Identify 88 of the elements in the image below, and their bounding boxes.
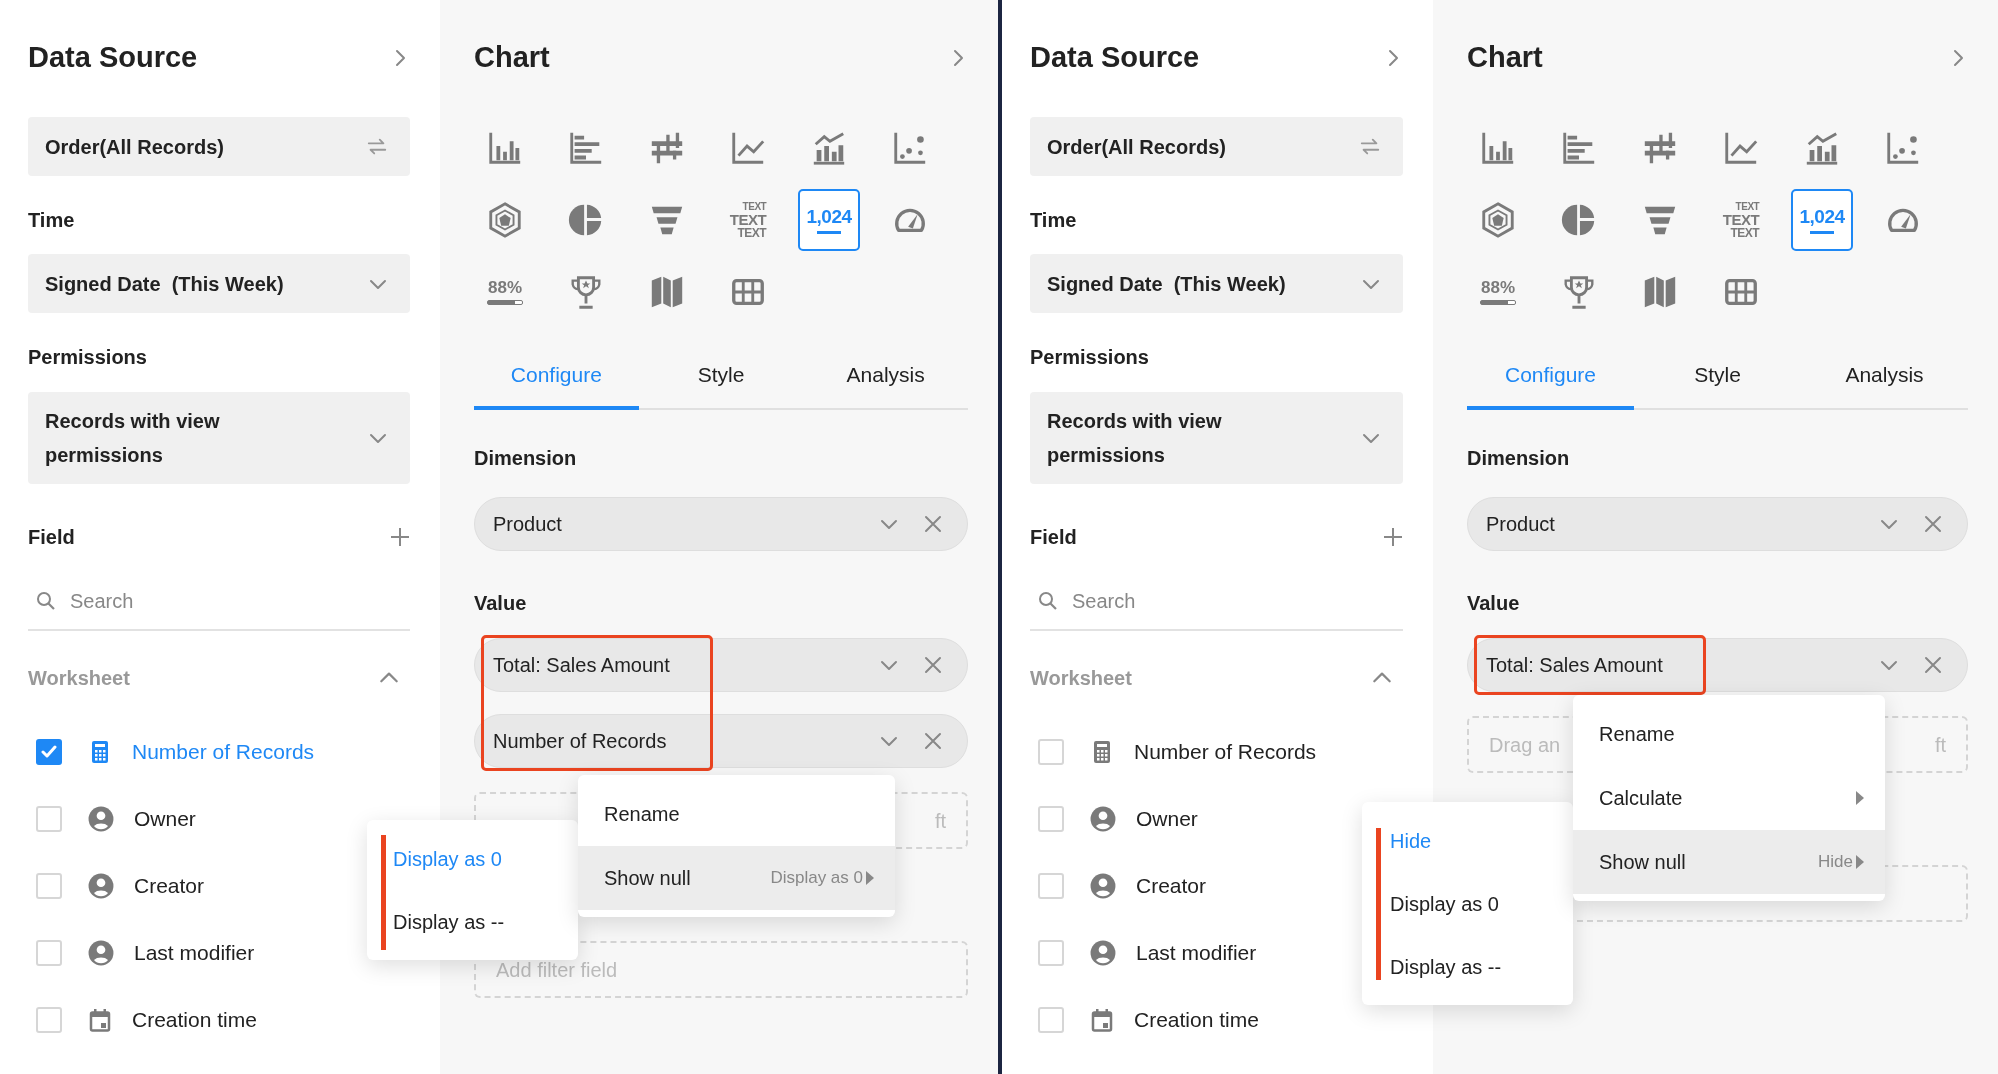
close-icon[interactable] (923, 514, 943, 534)
field-name[interactable]: Number of Records (1134, 735, 1317, 768)
close-icon[interactable] (923, 655, 943, 675)
radar-chart-icon[interactable] (486, 201, 524, 239)
menu-item[interactable]: Show null Hide (1573, 830, 1885, 894)
section-label: Permissions (1030, 345, 1150, 370)
source-select[interactable]: Order(All Records) (28, 117, 410, 176)
progress-chart-button[interactable]: 88% (1467, 261, 1529, 323)
section-label: Time (1030, 208, 1078, 233)
panel-title: Chart (474, 40, 550, 76)
field-pill[interactable]: Number of Records (474, 714, 968, 768)
group-header: Worksheet (28, 666, 130, 691)
field-name[interactable]: Owner (1136, 802, 1198, 835)
panel-title: Chart (1467, 40, 1543, 76)
field-name[interactable]: Last modifier (1136, 936, 1257, 969)
plus-icon[interactable] (1383, 527, 1403, 547)
person-icon (88, 939, 114, 966)
menu-item[interactable]: Display as 0 (1362, 872, 1573, 935)
tab[interactable]: Analysis (803, 341, 968, 410)
menu-item[interactable]: Rename (1573, 702, 1885, 766)
section-label: Dimension (474, 446, 578, 471)
field-pill[interactable]: Product (1467, 497, 1968, 551)
hint-text: Add filter field (496, 957, 618, 983)
hint-text: ft (934, 808, 946, 834)
radar-chart-icon[interactable] (1479, 201, 1517, 239)
time-select[interactable]: Signed Date (This Week) (1030, 254, 1403, 313)
search-field[interactable]: Search (1070, 584, 1320, 617)
word-cloud-button[interactable]: TEXT TEXT TEXT (1710, 189, 1772, 251)
menu-item[interactable]: Calculate (1573, 766, 1885, 830)
menu-item[interactable]: Hide (1362, 809, 1573, 872)
hint-text: Drag an (1489, 732, 1561, 758)
caret-right-icon (1855, 790, 1865, 806)
close-icon[interactable] (1923, 514, 1943, 534)
panel-title: Data Source (28, 40, 198, 76)
word-cloud-button[interactable]: TEXT TEXT TEXT (717, 189, 779, 251)
close-icon[interactable] (1923, 655, 1943, 675)
caret-right-icon (1855, 854, 1865, 870)
menu-item[interactable]: Show null Display as 0 (578, 846, 895, 910)
person-icon (88, 805, 114, 832)
field-pill[interactable]: Product (474, 497, 968, 551)
field-name[interactable]: Owner (134, 802, 196, 835)
close-icon[interactable] (923, 731, 943, 751)
field-name[interactable]: Creation time (1134, 1003, 1259, 1036)
section-label: Field (28, 525, 75, 550)
checkbox[interactable] (36, 738, 62, 765)
field-pill[interactable]: Total: Sales Amount (1467, 638, 1968, 692)
menu-item-value: Hide (1818, 851, 1853, 874)
section-label: Field (1030, 525, 1077, 550)
number-card-button[interactable]: 1,024 (798, 189, 860, 251)
permissions-select[interactable]: Records with view permissions (28, 392, 410, 484)
plus-icon[interactable] (390, 527, 410, 547)
progress-chart-button[interactable]: 88% (474, 261, 536, 323)
source-select[interactable]: Order(All Records) (1030, 117, 1403, 176)
field-name[interactable]: Creator (1136, 869, 1207, 902)
panel-title: Data Source (1030, 40, 1200, 76)
menu-item[interactable]: Display as 0 (367, 827, 578, 890)
menu-item-value: Display as 0 (770, 867, 863, 890)
calendar-icon (1090, 1006, 1114, 1033)
tab[interactable]: Analysis (1801, 341, 1968, 410)
field-name[interactable]: Last modifier (134, 936, 255, 969)
search-icon (36, 590, 56, 611)
section-label: Dimension (1467, 446, 1571, 471)
group-header: Worksheet (1030, 666, 1132, 691)
search-field[interactable]: Search (68, 584, 318, 617)
field-name[interactable]: Creator (134, 869, 205, 902)
person-icon (1090, 939, 1116, 966)
section-label: Value (474, 591, 528, 616)
time-select[interactable]: Signed Date (This Week) (28, 254, 410, 313)
menu-item[interactable]: Display as -- (1362, 935, 1573, 998)
permissions-select[interactable]: Records with view permissions (1030, 392, 1403, 484)
field-pill[interactable]: Total: Sales Amount (474, 638, 968, 692)
section-label: Permissions (28, 345, 148, 370)
check-icon (41, 744, 57, 759)
section-label: Value (1467, 591, 1521, 616)
field-name[interactable]: Creation time (132, 1003, 257, 1036)
person-icon (1090, 872, 1116, 899)
tab[interactable]: Style (638, 341, 804, 410)
calendar-icon (88, 1006, 112, 1033)
hint-text: ft (1934, 732, 1946, 758)
search-icon (1038, 590, 1058, 611)
caret-right-icon (865, 870, 875, 886)
number-card-button[interactable]: 1,024 (1791, 189, 1853, 251)
tab[interactable]: Style (1634, 341, 1801, 410)
field-name[interactable]: Number of Records (132, 735, 315, 768)
person-icon (1090, 805, 1116, 832)
menu-item[interactable]: Rename (578, 782, 895, 846)
section-label: Time (28, 208, 76, 233)
person-icon (88, 872, 114, 899)
